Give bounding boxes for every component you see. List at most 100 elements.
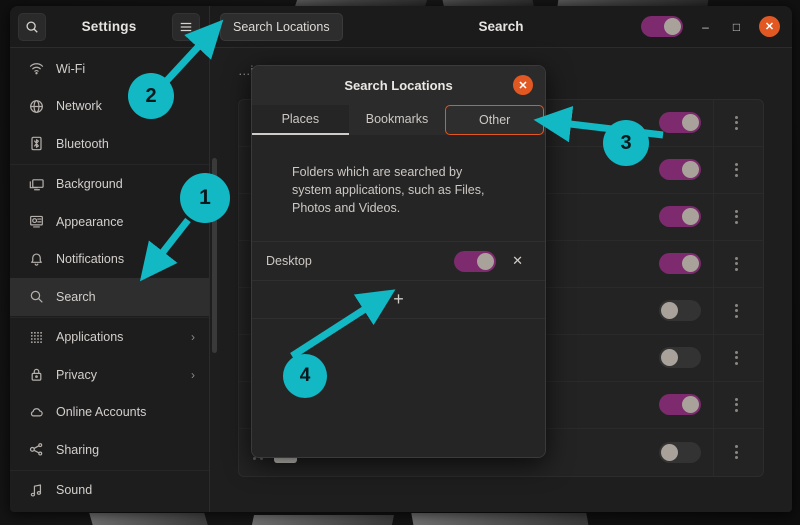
sidebar-item-label: Network bbox=[56, 99, 102, 114]
cloud-icon bbox=[26, 405, 46, 420]
sidebar-item-network[interactable]: Network bbox=[10, 88, 209, 126]
row-menu-button[interactable] bbox=[713, 99, 759, 146]
sidebar-item-search[interactable]: Search bbox=[10, 278, 209, 316]
dialog-body: Folders which are searched by system app… bbox=[252, 135, 545, 457]
app-title: Settings bbox=[81, 19, 137, 34]
sidebar-item-applications[interactable]: Applications › bbox=[10, 319, 209, 357]
wallpaper-shape bbox=[411, 513, 594, 525]
search-icon[interactable] bbox=[18, 12, 46, 41]
remove-location-icon[interactable]: ✕ bbox=[512, 253, 523, 269]
annotation-badge-4: 4 bbox=[283, 354, 327, 398]
app-toggle-cell bbox=[647, 347, 713, 369]
kebab-menu-icon bbox=[735, 162, 738, 177]
sidebar-divider bbox=[10, 163, 209, 165]
sidebar-item-label: Wi-Fi bbox=[56, 61, 86, 76]
sidebar: Wi-Fi Network Bluetooth Background Appearanc… bbox=[10, 48, 210, 512]
maximize-button[interactable]: □ bbox=[728, 18, 745, 35]
chevron-right-icon: › bbox=[191, 330, 195, 345]
location-toggle[interactable] bbox=[454, 250, 497, 272]
tab-bookmarks[interactable]: Bookmarks bbox=[349, 105, 446, 135]
app-enable-toggle[interactable] bbox=[659, 394, 701, 416]
share-nodes-icon bbox=[26, 442, 46, 457]
globe-icon bbox=[26, 99, 46, 114]
tab-places[interactable]: Places bbox=[252, 105, 349, 135]
sidebar-divider bbox=[10, 469, 209, 471]
annotation-badge-3: 3 bbox=[603, 120, 649, 166]
app-toggle-cell bbox=[647, 441, 713, 463]
annotation-badge-1: 1 bbox=[180, 173, 230, 223]
dialog-tabs: Places Bookmarks Other bbox=[252, 105, 545, 135]
sidebar-item-label: Applications bbox=[56, 330, 124, 345]
sidebar-item-label: Notifications bbox=[56, 252, 125, 267]
dialog-title: Search Locations bbox=[344, 78, 453, 93]
wallpaper-shape bbox=[245, 515, 395, 525]
app-enable-toggle[interactable] bbox=[659, 347, 701, 369]
row-menu-button[interactable] bbox=[713, 193, 759, 240]
annotation-badge-2: 2 bbox=[128, 73, 174, 119]
row-menu-button[interactable] bbox=[713, 381, 759, 428]
row-menu-button[interactable] bbox=[713, 240, 759, 287]
search-icon bbox=[26, 289, 46, 304]
sidebar-item-bluetooth[interactable]: Bluetooth bbox=[10, 125, 209, 163]
kebab-menu-icon bbox=[735, 397, 738, 412]
minimize-button[interactable]: – bbox=[697, 18, 714, 35]
sidebar-item-sharing[interactable]: Sharing bbox=[10, 431, 209, 469]
dialog-header: Search Locations ✕ bbox=[252, 66, 545, 105]
wifi-icon bbox=[26, 61, 46, 76]
row-menu-button[interactable] bbox=[713, 428, 759, 476]
sidebar-divider bbox=[10, 316, 209, 318]
app-enable-toggle[interactable] bbox=[659, 206, 701, 228]
location-row-desktop: Desktop ✕ bbox=[252, 241, 545, 282]
appearance-icon bbox=[26, 214, 46, 229]
kebab-menu-icon bbox=[735, 445, 738, 460]
tab-other[interactable]: Other bbox=[445, 105, 545, 135]
header-right-pane: Search Locations Search – □ ✕ bbox=[210, 6, 792, 47]
app-toggle-cell bbox=[647, 206, 713, 228]
row-menu-button[interactable] bbox=[713, 146, 759, 193]
app-toggle-cell bbox=[647, 159, 713, 181]
sidebar-item-online-accounts[interactable]: Online Accounts bbox=[10, 394, 209, 432]
kebab-menu-icon bbox=[735, 350, 738, 365]
add-location-button[interactable]: + bbox=[252, 281, 545, 320]
apps-grid-icon bbox=[26, 330, 46, 345]
bluetooth-icon bbox=[26, 136, 46, 151]
chevron-right-icon: › bbox=[191, 367, 195, 382]
sidebar-item-appearance[interactable]: Appearance bbox=[10, 203, 209, 241]
sidebar-item-privacy[interactable]: Privacy › bbox=[10, 356, 209, 394]
kebab-menu-icon bbox=[735, 256, 738, 271]
app-enable-toggle[interactable] bbox=[659, 159, 701, 181]
sidebar-item-power[interactable]: Power bbox=[10, 509, 209, 512]
app-enable-toggle[interactable] bbox=[659, 441, 701, 463]
bell-icon bbox=[26, 252, 46, 267]
close-button[interactable]: ✕ bbox=[759, 16, 780, 37]
sidebar-item-sound[interactable]: Sound bbox=[10, 472, 209, 510]
app-enable-toggle[interactable] bbox=[659, 253, 701, 275]
header-left-pane: Settings bbox=[10, 6, 210, 47]
location-name: Desktop bbox=[266, 254, 312, 269]
kebab-menu-icon bbox=[735, 209, 738, 224]
dialog-note: Folders which are searched by system app… bbox=[292, 165, 485, 216]
sidebar-item-notifications[interactable]: Notifications bbox=[10, 241, 209, 279]
app-toggle-cell bbox=[647, 300, 713, 322]
app-toggle-cell bbox=[647, 253, 713, 275]
app-enable-toggle[interactable] bbox=[659, 300, 701, 322]
hamburger-menu-icon[interactable] bbox=[172, 12, 200, 41]
sidebar-item-label: Privacy bbox=[56, 367, 97, 382]
search-locations-button[interactable]: Search Locations bbox=[220, 12, 343, 41]
app-toggle-cell bbox=[647, 112, 713, 134]
row-menu-button[interactable] bbox=[713, 287, 759, 334]
sidebar-item-label: Background bbox=[56, 177, 123, 192]
screen: Settings Search Locations Search – □ ✕ W… bbox=[0, 0, 800, 525]
sidebar-item-label: Sound bbox=[56, 483, 93, 498]
kebab-menu-icon bbox=[735, 115, 738, 130]
search-master-toggle[interactable] bbox=[641, 16, 683, 37]
dialog-close-button[interactable]: ✕ bbox=[513, 75, 533, 95]
music-note-icon bbox=[26, 483, 46, 498]
sidebar-item-wi-fi[interactable]: Wi-Fi bbox=[10, 50, 209, 88]
row-menu-button[interactable] bbox=[713, 334, 759, 381]
search-locations-dialog: Search Locations ✕ Places Bookmarks Othe… bbox=[251, 65, 546, 458]
kebab-menu-icon bbox=[735, 303, 738, 318]
app-enable-toggle[interactable] bbox=[659, 112, 701, 134]
sidebar-item-label: Online Accounts bbox=[56, 405, 147, 420]
sidebar-item-label: Sharing bbox=[56, 442, 100, 457]
